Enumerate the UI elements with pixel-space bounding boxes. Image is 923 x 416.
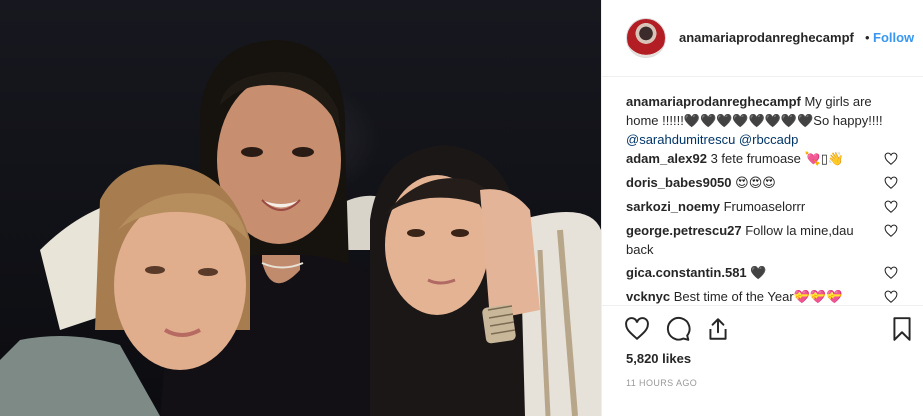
follow-button[interactable]: Follow bbox=[873, 30, 914, 45]
comment-item: george.petrescu27 Follow la mine,dau bac… bbox=[626, 221, 882, 259]
post-sidebar: anamariaprodanreghecampf • Follow anamar… bbox=[601, 0, 923, 416]
photo-illustration bbox=[0, 40, 601, 416]
comment-item: doris_babes9050 😍😍😍 bbox=[626, 173, 882, 192]
comment-username[interactable]: sarkozi_noemy bbox=[626, 199, 720, 214]
comment-like-heart-icon[interactable] bbox=[884, 200, 898, 214]
comment-text: 😍😍😍 bbox=[735, 175, 776, 190]
comment-item: sarkozi_noemy Frumoaselorrr bbox=[626, 197, 882, 216]
comment-item: vcknyc Best time of the Year💝💝💝 bbox=[626, 287, 882, 305]
action-bar: 5,820 likes 11 HOURS AGO bbox=[602, 305, 923, 416]
comment-item: gica.constantin.581 🖤 bbox=[626, 263, 882, 282]
comment-list[interactable]: anamariaprodanreghecampf My girls are ho… bbox=[602, 77, 923, 305]
speech-bubble-icon[interactable] bbox=[665, 316, 691, 342]
comment-username[interactable]: vcknyc bbox=[626, 289, 670, 304]
mention-link[interactable]: @rbccadp bbox=[739, 132, 798, 147]
post-caption: anamariaprodanreghecampf My girls are ho… bbox=[626, 92, 906, 149]
comment-username[interactable]: doris_babes9050 bbox=[626, 175, 732, 190]
post-timestamp[interactable]: 11 HOURS AGO bbox=[626, 378, 697, 388]
comment-like-heart-icon[interactable] bbox=[884, 290, 898, 304]
bookmark-icon[interactable] bbox=[889, 316, 915, 342]
avatar[interactable] bbox=[626, 18, 666, 58]
comment-text: Frumoaselorrr bbox=[723, 199, 806, 214]
comment-like-heart-icon[interactable] bbox=[884, 224, 898, 238]
likes-count[interactable]: 5,820 likes bbox=[626, 351, 691, 366]
comment-item: adam_alex92 3 fete frumoase 💘▯👋 bbox=[626, 149, 882, 168]
author-username[interactable]: anamariaprodanreghecampf bbox=[679, 30, 854, 45]
comment-text: 🖤 bbox=[750, 265, 767, 280]
comment-username[interactable]: gica.constantin.581 bbox=[626, 265, 747, 280]
comment-username[interactable]: adam_alex92 bbox=[626, 151, 707, 166]
comment-like-heart-icon[interactable] bbox=[884, 266, 898, 280]
comment-text: Best time of the Year💝💝💝 bbox=[673, 289, 843, 304]
mention-link[interactable]: @sarahdumitrescu bbox=[626, 132, 735, 147]
comment-text: 3 fete frumoase 💘▯👋 bbox=[710, 151, 845, 166]
caption-username[interactable]: anamariaprodanreghecampf bbox=[626, 94, 801, 109]
post-photo[interactable] bbox=[0, 0, 601, 416]
share-upload-icon[interactable] bbox=[705, 316, 731, 342]
comment-like-heart-icon[interactable] bbox=[884, 152, 898, 166]
comment-like-heart-icon[interactable] bbox=[884, 176, 898, 190]
follow-separator: • bbox=[865, 30, 870, 45]
heart-outline-icon[interactable] bbox=[624, 316, 650, 342]
post-header: anamariaprodanreghecampf • Follow bbox=[602, 0, 923, 77]
comment-username[interactable]: george.petrescu27 bbox=[626, 223, 742, 238]
